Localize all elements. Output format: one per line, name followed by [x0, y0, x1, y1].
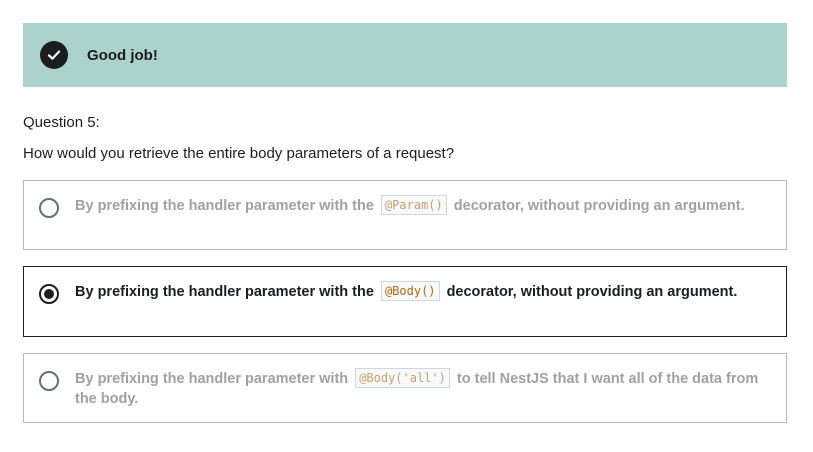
answer-option-1[interactable]: By prefixing the handler parameter with … — [23, 180, 787, 250]
code-snippet: @Param() — [380, 195, 447, 215]
code-snippet: @Body('all') — [355, 368, 450, 388]
answer-option-text: By prefixing the handler parameter with … — [75, 281, 765, 302]
code-snippet: @Body() — [380, 281, 440, 301]
answer-option-2[interactable]: By prefixing the handler parameter with … — [23, 266, 787, 337]
answer-text-after: decorator, without providing an argument… — [453, 198, 745, 214]
answer-option-3[interactable]: By prefixing the handler parameter with … — [23, 353, 787, 423]
alert-message: Good job! — [87, 46, 158, 64]
radio-button[interactable] — [39, 198, 59, 218]
check-circle-icon — [40, 41, 68, 69]
radio-button[interactable] — [39, 284, 59, 304]
radio-button[interactable] — [39, 371, 59, 391]
question-text: How would you retrieve the entire body p… — [23, 145, 455, 162]
radio-dot — [44, 289, 54, 299]
success-alert: Good job! — [23, 23, 787, 87]
question-number: Question 5: — [23, 114, 100, 131]
answer-option-text: By prefixing the handler parameter with … — [75, 368, 765, 409]
answer-text-before: By prefixing the handler parameter with … — [75, 198, 374, 214]
answer-text-before: By prefixing the handler parameter with … — [75, 284, 374, 300]
answer-option-text: By prefixing the handler parameter with … — [75, 195, 765, 216]
answer-text-after: decorator, without providing an argument… — [446, 284, 738, 300]
answer-text-before: By prefixing the handler parameter with — [75, 371, 349, 387]
